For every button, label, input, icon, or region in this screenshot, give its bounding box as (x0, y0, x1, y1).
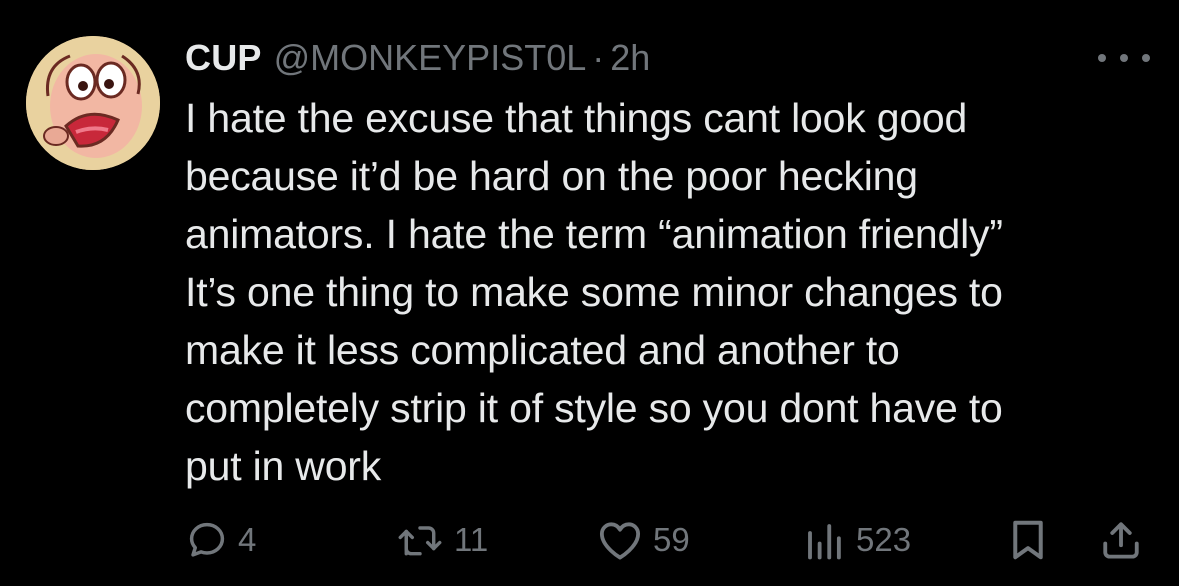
like-count: 59 (653, 521, 690, 558)
reply-bubble-icon (189, 522, 225, 557)
avatar[interactable] (26, 36, 160, 170)
tweet-card[interactable]: CUP @MONKEYPIST0L · 2h I hate the excuse… (0, 0, 1179, 586)
bookmark-button[interactable] (1008, 516, 1048, 564)
heart-icon (599, 522, 641, 560)
views-button[interactable]: 523 (802, 516, 911, 564)
timestamp[interactable]: 2h (610, 37, 650, 79)
avatar-image (26, 36, 160, 170)
more-options-button[interactable] (1098, 46, 1150, 70)
share-upload-icon (1103, 522, 1139, 559)
bookmark-icon (1013, 520, 1043, 560)
action-bar: 4 11 59 523 (0, 516, 1179, 564)
like-button[interactable]: 59 (597, 516, 690, 564)
bar-chart-icon (808, 524, 841, 560)
user-handle[interactable]: @MONKEYPIST0L (274, 37, 587, 79)
share-button[interactable] (1100, 516, 1142, 564)
retweet-count: 11 (454, 521, 489, 558)
separator-dot: · (592, 37, 605, 78)
reply-count: 4 (238, 521, 257, 558)
views-count: 523 (856, 521, 912, 558)
retweet-icon (398, 526, 442, 556)
retweet-button[interactable]: 11 (396, 516, 488, 564)
more-horizontal-icon (1098, 54, 1106, 62)
display-name[interactable]: CUP (185, 37, 262, 79)
tweet-text: I hate the excuse that things cant look … (185, 95, 1003, 489)
tweet-header: CUP @MONKEYPIST0L · 2h (185, 34, 650, 82)
reply-button[interactable]: 4 (186, 516, 256, 564)
